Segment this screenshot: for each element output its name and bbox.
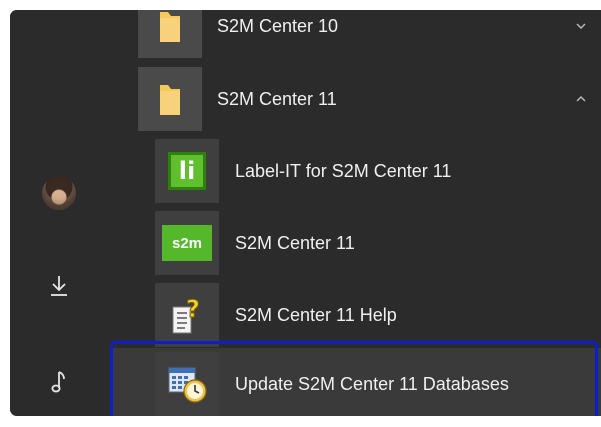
folder-label: S2M Center 10: [217, 15, 339, 36]
app-s2m-center-11-help[interactable]: ? S2M Center 11 Help: [110, 279, 601, 351]
app-label-it[interactable]: li Label-IT for S2M Center 11: [110, 135, 601, 207]
download-icon: [51, 276, 67, 296]
app-update-s2m-center-11-databases[interactable]: Update S2M Center 11 Databases: [110, 348, 601, 416]
svg-text:?: ?: [186, 295, 200, 323]
music-button[interactable]: [34, 357, 84, 407]
app-tile: ?: [155, 283, 219, 347]
folder-tile: [138, 67, 202, 131]
music-note-icon: [51, 371, 65, 393]
app-label: Update S2M Center 11 Databases: [235, 373, 509, 394]
help-document-icon: ?: [172, 295, 200, 334]
scheduler-icon: [168, 367, 207, 403]
folder-s2m-center-11[interactable]: S2M Center 11: [110, 63, 601, 135]
app-label: S2M Center 11: [235, 232, 355, 253]
chevron-up-icon[interactable]: [575, 93, 587, 105]
start-menu-rail: [10, 10, 110, 416]
label-it-icon: li: [168, 152, 206, 190]
folder-label: S2M Center 11: [217, 88, 337, 109]
s2m-icon-text: s2m: [171, 234, 203, 252]
app-label: Label-IT for S2M Center 11: [235, 160, 452, 181]
app-label: S2M Center 11 Help: [235, 304, 397, 325]
avatar: [42, 176, 76, 210]
app-s2m-center-11[interactable]: s2m S2M Center 11: [110, 207, 601, 279]
downloads-button[interactable]: [34, 261, 84, 311]
folder-s2m-center-10[interactable]: S2M Center 10: [110, 10, 601, 62]
app-tile: [155, 352, 219, 416]
app-tile: li: [155, 139, 219, 203]
app-list: S2M Center 10 S2M Center 11 li Label-IT …: [110, 10, 601, 416]
app-tile: s2m: [155, 211, 219, 275]
chevron-down-icon[interactable]: [575, 20, 587, 32]
folder-tile: [138, 10, 202, 58]
folder-icon: [160, 12, 180, 42]
label-it-icon-text: li: [178, 157, 196, 185]
s2m-icon: s2m: [162, 225, 212, 261]
folder-icon: [160, 85, 180, 115]
start-menu: S2M Center 10 S2M Center 11 li Label-IT …: [10, 10, 601, 416]
user-account-button[interactable]: [34, 168, 84, 218]
